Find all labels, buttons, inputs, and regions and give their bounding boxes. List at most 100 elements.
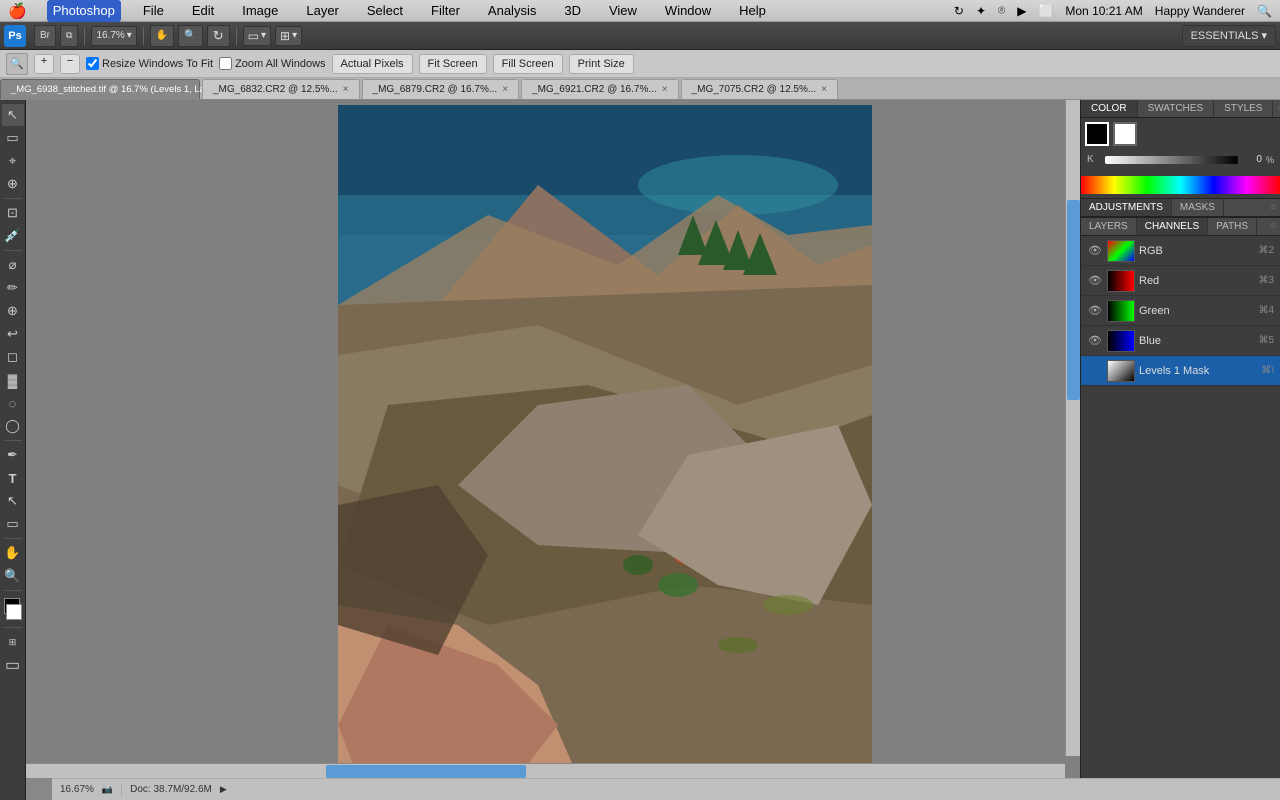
color-spectrum[interactable] — [1081, 176, 1280, 194]
green-visibility-icon[interactable]: 👁 — [1087, 303, 1103, 319]
text-tool[interactable]: T — [2, 467, 24, 489]
menu-3d[interactable]: 3D — [558, 0, 587, 22]
dodge-tool[interactable]: ◯ — [2, 415, 24, 437]
mask-visibility-icon[interactable] — [1087, 363, 1103, 379]
foreground-swatch[interactable] — [1085, 122, 1109, 146]
brush-tool[interactable]: ✏ — [2, 277, 24, 299]
color-panel-gripper[interactable]: ≡ — [1273, 100, 1280, 117]
adj-panel-gripper[interactable]: ≡ — [1266, 199, 1280, 216]
path-selection-tool[interactable]: ↖ — [2, 490, 24, 512]
tab-3[interactable]: _MG_6921.CR2 @ 16.7%... × — [521, 79, 679, 99]
tab-4[interactable]: _MG_7075.CR2 @ 12.5%... × — [681, 79, 839, 99]
menu-edit[interactable]: Edit — [186, 0, 220, 22]
history-brush-tool[interactable]: ↩ — [2, 323, 24, 345]
frame-dropdown[interactable]: ▭ ▾ — [243, 26, 271, 46]
menu-photoshop[interactable]: Photoshop — [47, 0, 121, 22]
blur-tool[interactable]: ◌ — [2, 392, 24, 414]
channels-tab[interactable]: CHANNELS — [1137, 218, 1208, 235]
tab-0[interactable]: _MG_6938_stitched.tif @ 16.7% (Levels 1,… — [0, 79, 200, 99]
zoom-tool-btn[interactable]: 🔍 — [178, 25, 202, 47]
actual-pixels-button[interactable]: Actual Pixels — [332, 54, 413, 74]
vscroll-thumb[interactable] — [1067, 200, 1080, 400]
hscroll-thumb[interactable] — [326, 765, 526, 778]
channel-levels-mask[interactable]: Levels 1 Mask ⌘\ — [1081, 356, 1280, 386]
channel-rgb[interactable]: 👁 RGB ⌘2 — [1081, 236, 1280, 266]
menu-image[interactable]: Image — [236, 0, 284, 22]
quick-select-tool[interactable]: ⊕ — [2, 173, 24, 195]
menu-help[interactable]: Help — [733, 0, 772, 22]
adjustments-tab[interactable]: ADJUSTMENTS — [1081, 199, 1172, 216]
layers-tab[interactable]: LAYERS — [1081, 218, 1137, 235]
print-size-button[interactable]: Print Size — [569, 54, 634, 74]
bridge-button[interactable]: Br — [34, 25, 56, 47]
canvas-horizontal-scrollbar[interactable] — [26, 763, 1065, 778]
paths-tab[interactable]: PATHS — [1208, 218, 1257, 235]
screen-mode-btn[interactable]: ▭ — [2, 654, 24, 676]
tab-2-close[interactable]: × — [502, 84, 508, 95]
essentials-button[interactable]: ESSENTIALS ▾ — [1182, 25, 1276, 47]
tab-2[interactable]: _MG_6879.CR2 @ 16.7%... × — [362, 79, 520, 99]
apple-menu[interactable]: 🍎 — [8, 2, 27, 20]
zoom-in-out-tool[interactable]: 🔍 — [6, 53, 28, 75]
menu-layer[interactable]: Layer — [300, 0, 345, 22]
crop-tool[interactable]: ⊡ — [2, 202, 24, 224]
masks-tab[interactable]: MASKS — [1172, 199, 1224, 216]
menu-filter[interactable]: Filter — [425, 0, 466, 22]
eyedropper-tool[interactable]: 💉 — [2, 225, 24, 247]
menu-window[interactable]: Window — [659, 0, 717, 22]
fill-screen-button[interactable]: Fill Screen — [493, 54, 563, 74]
tab-4-close[interactable]: × — [821, 84, 827, 95]
menu-select[interactable]: Select — [361, 0, 409, 22]
tab-3-close[interactable]: × — [662, 84, 668, 95]
zoom-out-btn[interactable]: − — [60, 54, 80, 74]
clone-stamp-tool[interactable]: ⊕ — [2, 300, 24, 322]
channel-green[interactable]: 👁 Green ⌘4 — [1081, 296, 1280, 326]
canvas-vertical-scrollbar[interactable] — [1065, 100, 1080, 756]
arrange-dropdown[interactable]: ⊞ ▾ — [275, 26, 302, 46]
move-tool[interactable]: ↖ — [2, 104, 24, 126]
blue-visibility-icon[interactable]: 👁 — [1087, 333, 1103, 349]
lasso-tool[interactable]: ⌖ — [2, 150, 24, 172]
background-color[interactable] — [6, 604, 22, 620]
marquee-tool[interactable]: ▭ — [2, 127, 24, 149]
resize-windows-checkbox[interactable]: Resize Windows To Fit — [86, 57, 213, 70]
rgb-visibility-icon[interactable]: 👁 — [1087, 243, 1103, 259]
tab-1[interactable]: _MG_6832.CR2 @ 12.5%... × — [202, 79, 360, 99]
channel-blue[interactable]: 👁 Blue ⌘5 — [1081, 326, 1280, 356]
hand-tool-btn[interactable]: ✋ — [150, 25, 174, 47]
tab-1-close[interactable]: × — [343, 84, 349, 95]
channels-panel-gripper[interactable]: ≡ — [1266, 218, 1280, 235]
red-visibility-icon[interactable]: 👁 — [1087, 273, 1103, 289]
zoom-in-btn[interactable]: + — [34, 54, 54, 74]
menu-analysis[interactable]: Analysis — [482, 0, 542, 22]
healing-brush-tool[interactable]: ⌀ — [2, 254, 24, 276]
zoom-all-windows-checkbox[interactable]: Zoom All Windows — [219, 57, 325, 70]
search-icon[interactable]: 🔍 — [1257, 4, 1272, 18]
canvas-area[interactable] — [26, 100, 1080, 778]
shape-tool[interactable]: ▭ — [2, 513, 24, 535]
rgb-channel-name: RGB — [1139, 245, 1258, 257]
swatches-tab[interactable]: SWATCHES — [1138, 100, 1215, 117]
tab-3-label: _MG_6921.CR2 @ 16.7%... — [532, 84, 657, 95]
statusbar-arrow[interactable]: ▶ — [220, 784, 227, 795]
channel-red[interactable]: 👁 Red ⌘3 — [1081, 266, 1280, 296]
fit-screen-button[interactable]: Fit Screen — [419, 54, 487, 74]
zoom-dropdown[interactable]: 16.7% ▾ — [91, 26, 136, 46]
hand-canvas-tool[interactable]: ✋ — [2, 542, 24, 564]
gradient-tool[interactable]: ▓ — [2, 369, 24, 391]
styles-tab[interactable]: STYLES — [1214, 100, 1273, 117]
mini-bridge-button[interactable]: ⧉ — [60, 25, 78, 47]
color-tab[interactable]: COLOR — [1081, 100, 1138, 117]
user-name[interactable]: Happy Wanderer — [1155, 4, 1245, 18]
eraser-tool[interactable]: ◻ — [2, 346, 24, 368]
menu-file[interactable]: File — [137, 0, 170, 22]
foreground-background-swatch[interactable] — [2, 598, 24, 620]
rotate-tool-btn[interactable]: ↻ — [207, 25, 230, 47]
statusbar-icon[interactable]: 📷 — [102, 784, 113, 795]
quick-mask-btn[interactable]: ⊞ — [2, 631, 24, 653]
k-slider[interactable] — [1105, 156, 1238, 164]
background-swatch[interactable] — [1113, 122, 1137, 146]
pen-tool[interactable]: ✒ — [2, 444, 24, 466]
menu-view[interactable]: View — [603, 0, 643, 22]
zoom-canvas-tool[interactable]: 🔍 — [2, 565, 24, 587]
